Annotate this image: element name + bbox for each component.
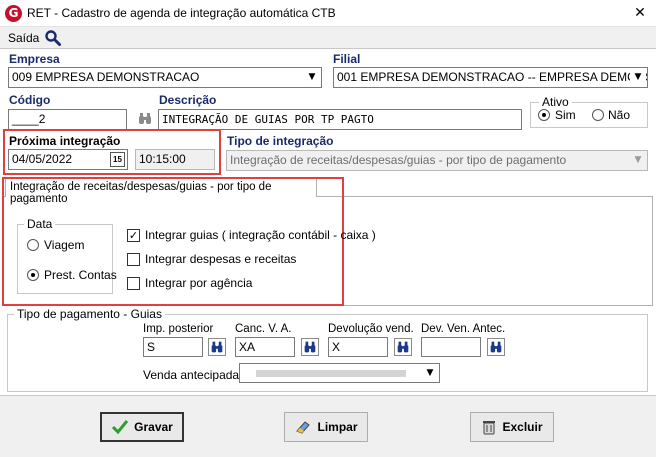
chevron-down-icon[interactable]: ▼	[630, 152, 646, 169]
dev-ven-antec-input[interactable]	[421, 337, 481, 357]
canc-va-label: Canc. V. A.	[235, 323, 292, 335]
imp-posterior-label: Imp. posterior	[143, 323, 214, 335]
tipo-integracao-value: Integração de receitas/despesas/guias - …	[230, 153, 567, 167]
ativo-label: Ativo	[539, 95, 572, 109]
filial-value: 001 EMPRESA DEMONSTRACAO -- EMPRESA DEMO…	[337, 70, 648, 84]
codigo-input[interactable]: ____2	[8, 109, 127, 130]
canc-va-input[interactable]: XA	[235, 337, 295, 357]
empresa-select[interactable]: 009 EMPRESA DEMONSTRACAO ▼	[8, 67, 322, 88]
close-button[interactable]: ✕	[626, 2, 654, 24]
chevron-down-icon[interactable]: ▼	[304, 69, 320, 86]
prest-contas-radio[interactable]	[27, 269, 39, 281]
integrar-agencia-label[interactable]: Integrar por agência	[145, 276, 252, 290]
ativo-sim-radio[interactable]	[538, 109, 550, 121]
binoculars-search-icon[interactable]	[301, 338, 319, 356]
empresa-label: Empresa	[9, 52, 60, 66]
ativo-nao-label[interactable]: Não	[608, 108, 630, 122]
viagem-radio[interactable]	[27, 239, 39, 251]
filial-label: Filial	[333, 52, 361, 66]
integrar-despesas-label[interactable]: Integrar despesas e receitas	[145, 252, 296, 266]
search-icon[interactable]	[44, 29, 62, 47]
dev-ven-antec-label: Dev. Ven. Antec.	[421, 323, 506, 335]
imp-posterior-input[interactable]: S	[143, 337, 203, 357]
blurred-value-placeholder	[256, 370, 406, 377]
binoculars-search-icon[interactable]	[394, 338, 412, 356]
excluir-label: Excluir	[502, 420, 543, 434]
window-title: RET - Cadastro de agenda de integração a…	[27, 6, 336, 20]
proxima-date-input[interactable]: 04/05/2022 15	[8, 149, 128, 170]
integrar-agencia-checkbox[interactable]	[127, 277, 140, 290]
descricao-input[interactable]: INTEGRAÇÃO DE GUIAS POR TP PAGTO	[158, 109, 522, 130]
devolucao-label: Devolução vend.	[328, 323, 414, 335]
integrar-guias-label[interactable]: Integrar guias ( integração contábil - c…	[145, 228, 376, 242]
tipo-integracao-select[interactable]: Integração de receitas/despesas/guias - …	[226, 150, 648, 171]
venda-antecipada-label: Venda antecipada	[143, 368, 240, 382]
gravar-label: Gravar	[134, 420, 173, 434]
chevron-down-icon[interactable]: ▼	[422, 365, 438, 381]
ativo-sim-label[interactable]: Sim	[555, 108, 576, 122]
menu-saida[interactable]: Saída	[8, 31, 39, 45]
chevron-down-icon[interactable]: ▼	[630, 69, 646, 86]
proxima-time-input[interactable]: 10:15:00	[135, 149, 215, 170]
app-logo-icon: G	[5, 5, 22, 22]
tipo-integracao-label: Tipo de integração	[227, 134, 334, 148]
tipo-pagamento-label: Tipo de pagamento - Guias	[14, 307, 165, 321]
devolucao-input[interactable]: X	[328, 337, 388, 357]
prest-contas-label[interactable]: Prest. Contas	[44, 268, 117, 282]
integrar-guias-checkbox[interactable]: ✓	[127, 229, 140, 242]
codigo-label: Código	[9, 93, 51, 107]
excluir-button[interactable]: Excluir	[470, 412, 554, 442]
data-group: Data	[17, 217, 113, 294]
gravar-button[interactable]: Gravar	[100, 412, 184, 442]
empresa-value: 009 EMPRESA DEMONSTRACAO	[12, 70, 200, 84]
binoculars-search-icon[interactable]	[208, 338, 226, 356]
integrar-despesas-checkbox[interactable]	[127, 253, 140, 266]
data-group-label: Data	[24, 217, 56, 231]
proxima-label: Próxima integração	[9, 134, 121, 148]
ativo-nao-radio[interactable]	[592, 109, 604, 121]
filial-select[interactable]: 001 EMPRESA DEMONSTRACAO -- EMPRESA DEMO…	[333, 67, 648, 88]
descricao-label: Descrição	[159, 93, 217, 107]
eraser-icon	[296, 421, 311, 434]
calendar-icon[interactable]: 15	[110, 152, 125, 167]
proxima-date-value: 04/05/2022	[12, 152, 73, 166]
checkmark-icon	[112, 420, 129, 435]
viagem-label[interactable]: Viagem	[44, 238, 84, 252]
limpar-button[interactable]: Limpar	[284, 412, 368, 442]
binoculars-search-icon[interactable]	[487, 338, 505, 356]
limpar-label: Limpar	[317, 420, 358, 434]
binoculars-icon[interactable]	[138, 113, 152, 125]
trash-icon	[483, 421, 496, 435]
venda-antecipada-select[interactable]: ▼	[239, 363, 440, 383]
